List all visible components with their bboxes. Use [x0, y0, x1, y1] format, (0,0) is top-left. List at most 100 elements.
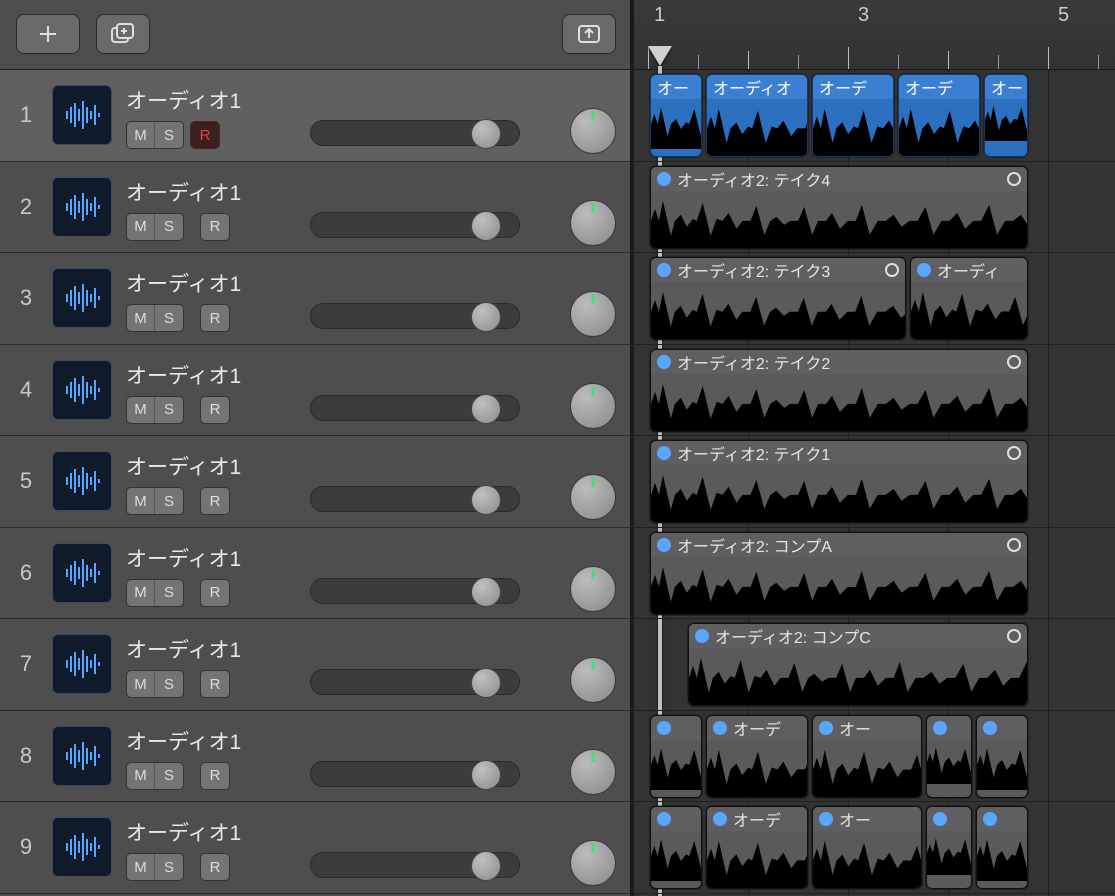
region-header[interactable]: オーディオ2: コンプA	[651, 533, 1027, 557]
region-header[interactable]: オーディオ2: テイク2	[651, 350, 1027, 374]
audio-track-icon[interactable]	[52, 817, 112, 877]
slider-thumb[interactable]	[471, 485, 501, 515]
add-track-button[interactable]	[16, 14, 80, 54]
volume-slider[interactable]	[310, 120, 520, 146]
audio-region[interactable]: オーディ	[910, 257, 1028, 340]
mute-button[interactable]: M	[127, 488, 155, 514]
region-header[interactable]: オー	[813, 807, 921, 831]
audio-region[interactable]: オーディオ2: コンプC	[688, 623, 1028, 706]
audio-region[interactable]: オーデ	[706, 715, 808, 798]
pan-knob[interactable]	[570, 383, 616, 429]
slider-thumb[interactable]	[471, 119, 501, 149]
arrange-lane[interactable]: オーデオー	[634, 802, 1115, 894]
region-header[interactable]: オーディオ2: テイク3	[651, 258, 905, 282]
pan-knob[interactable]	[570, 749, 616, 795]
region-header[interactable]	[651, 807, 701, 831]
solo-button[interactable]: S	[155, 671, 183, 697]
arrange-lane[interactable]: オーディオ2: テイク1	[634, 436, 1115, 528]
region-header[interactable]: オー	[651, 75, 701, 99]
region-header[interactable]: オー	[813, 716, 921, 740]
audio-track-icon[interactable]	[52, 634, 112, 694]
playhead[interactable]	[648, 46, 672, 66]
audio-track-icon[interactable]	[52, 451, 112, 511]
record-enable-button[interactable]: R	[200, 853, 230, 881]
volume-slider[interactable]	[310, 486, 520, 512]
audio-region[interactable]: オーディオ2: テイク1	[650, 440, 1028, 523]
volume-slider[interactable]	[310, 761, 520, 787]
region-header[interactable]: オーディ	[911, 258, 1027, 282]
region-header[interactable]	[977, 807, 1027, 831]
mute-button[interactable]: M	[127, 763, 155, 789]
pan-knob[interactable]	[570, 291, 616, 337]
audio-region[interactable]: オーディオ2: テイク2	[650, 349, 1028, 432]
pan-knob[interactable]	[570, 108, 616, 154]
audio-track-icon[interactable]	[52, 543, 112, 603]
audio-track-icon[interactable]	[52, 268, 112, 328]
track-name[interactable]: オーディオ1	[126, 726, 630, 756]
audio-region[interactable]	[976, 715, 1028, 798]
record-enable-button[interactable]: R	[200, 213, 230, 241]
track-header[interactable]: 9 オーディオ1 MS R	[0, 802, 630, 894]
region-header[interactable]: オーディオ	[707, 75, 807, 99]
slider-thumb[interactable]	[471, 211, 501, 241]
solo-button[interactable]: S	[155, 763, 183, 789]
arrange-lane[interactable]: オーディオ2: コンプA	[634, 528, 1115, 620]
audio-region[interactable]: オーデ	[898, 74, 980, 157]
audio-region[interactable]: オーデ	[706, 806, 808, 889]
audio-region[interactable]: オーディオ2: テイク4	[650, 166, 1028, 249]
volume-slider[interactable]	[310, 395, 520, 421]
audio-track-icon[interactable]	[52, 177, 112, 237]
track-header[interactable]: 4 オーディオ1 MS R	[0, 345, 630, 437]
region-header[interactable]: オーデ	[899, 75, 979, 99]
region-header[interactable]: オーディオ2: テイク1	[651, 441, 1027, 465]
audio-region[interactable]: オー	[650, 74, 702, 157]
record-enable-button[interactable]: R	[200, 304, 230, 332]
record-enable-button[interactable]: R	[190, 121, 220, 149]
track-name[interactable]: オーディオ1	[126, 634, 630, 664]
audio-region[interactable]	[926, 806, 972, 889]
slider-thumb[interactable]	[471, 577, 501, 607]
region-header[interactable]	[927, 807, 971, 831]
mute-button[interactable]: M	[127, 671, 155, 697]
pan-knob[interactable]	[570, 840, 616, 886]
audio-region[interactable]: オーデ	[812, 74, 894, 157]
track-header[interactable]: 6 オーディオ1 MS R	[0, 528, 630, 620]
audio-region[interactable]	[650, 806, 702, 889]
track-name[interactable]: オーディオ1	[126, 268, 630, 298]
mute-button[interactable]: M	[127, 580, 155, 606]
arrange-lane[interactable]: オーディオ2: テイク2	[634, 345, 1115, 437]
record-enable-button[interactable]: R	[200, 396, 230, 424]
solo-button[interactable]: S	[155, 488, 183, 514]
solo-button[interactable]: S	[155, 580, 183, 606]
mute-button[interactable]: M	[127, 214, 155, 240]
arrange-lane[interactable]: オーディオ2: テイク3オーディ	[634, 253, 1115, 345]
arrange-lane[interactable]: オーオーディオオーデオーデオー	[634, 70, 1115, 162]
audio-region[interactable]: オー	[984, 74, 1028, 157]
slider-thumb[interactable]	[471, 851, 501, 881]
track-header[interactable]: 7 オーディオ1 MS R	[0, 619, 630, 711]
mute-button[interactable]: M	[127, 122, 155, 148]
record-enable-button[interactable]: R	[200, 487, 230, 515]
solo-button[interactable]: S	[155, 305, 183, 331]
audio-region[interactable]: オーディオ2: テイク3	[650, 257, 906, 340]
volume-slider[interactable]	[310, 852, 520, 878]
region-header[interactable]	[651, 716, 701, 740]
slider-thumb[interactable]	[471, 394, 501, 424]
track-header[interactable]: 2 オーディオ1 MS R	[0, 162, 630, 254]
region-header[interactable]: オーデ	[707, 716, 807, 740]
audio-track-icon[interactable]	[52, 360, 112, 420]
audio-region[interactable]	[976, 806, 1028, 889]
volume-slider[interactable]	[310, 669, 520, 695]
audio-region[interactable]: オーディオ	[706, 74, 808, 157]
track-header[interactable]: 8 オーディオ1 MS R	[0, 711, 630, 803]
record-enable-button[interactable]: R	[200, 579, 230, 607]
arrange-lane[interactable]: オーディオ2: コンプC	[634, 619, 1115, 711]
track-header[interactable]: 1 オーディオ1 MS R	[0, 70, 630, 162]
region-header[interactable]: オーディオ2: コンプC	[689, 624, 1027, 648]
solo-button[interactable]: S	[155, 122, 183, 148]
arrange-lane[interactable]: オーデオー	[634, 711, 1115, 803]
volume-slider[interactable]	[310, 212, 520, 238]
track-name[interactable]: オーディオ1	[126, 85, 630, 115]
solo-button[interactable]: S	[155, 214, 183, 240]
audio-region[interactable]	[650, 715, 702, 798]
